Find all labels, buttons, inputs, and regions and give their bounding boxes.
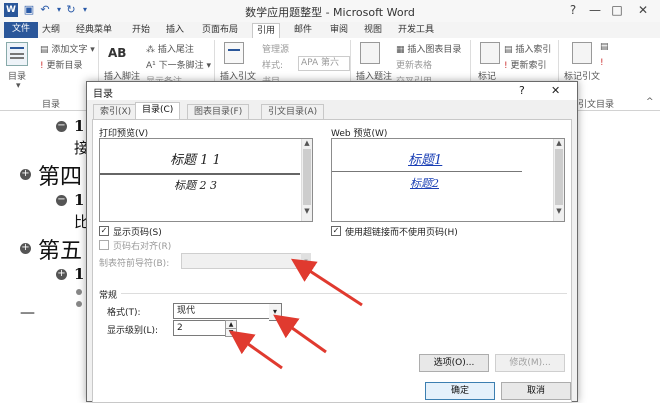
arrow-to-tab-leader [290, 258, 363, 307]
arrow-to-formats [273, 314, 327, 354]
arrow-to-levels [229, 330, 283, 370]
annotation-arrows [229, 258, 363, 370]
